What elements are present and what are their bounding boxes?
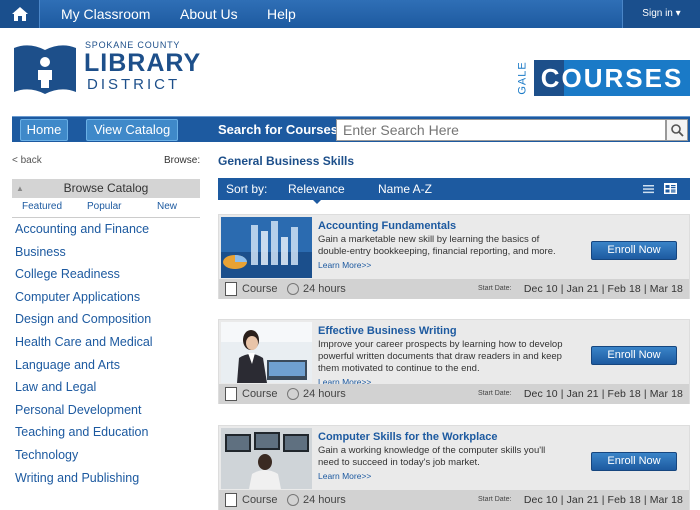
course-description-text: Gain a marketable new skill by learning … [318, 234, 556, 257]
course-hours: 24 hours [303, 388, 346, 400]
course-thumbnail[interactable] [221, 322, 312, 383]
gale-label: GALE [516, 61, 529, 95]
sort-relevance[interactable]: Relevance [288, 178, 345, 200]
logo-line-3: DISTRICT [87, 76, 181, 93]
category-item[interactable]: Accounting and Finance [12, 218, 200, 241]
course-footer: Course 24 hours Start Date: Dec 10 | Jan… [219, 279, 689, 299]
category-item[interactable]: Computer Applications [12, 286, 200, 309]
category-item[interactable]: Language and Arts [12, 354, 200, 377]
category-item[interactable]: Design and Composition [12, 308, 200, 331]
sort-name-az[interactable]: Name A-Z [378, 178, 432, 200]
start-dates[interactable]: Dec 10 | Jan 21 | Feb 18 | Mar 18 [524, 490, 683, 510]
search-button[interactable] [666, 119, 688, 141]
course-description: Gain a marketable new skill by learning … [318, 234, 568, 271]
clock-icon [287, 494, 299, 506]
catalog-bar: Home View Catalog Search for Courses: [12, 116, 690, 142]
search-icon [670, 123, 684, 137]
book-reader-icon [14, 45, 76, 94]
courses-wordmark: COURSES [534, 60, 690, 96]
top-nav-bar: My Classroom About Us Help Sign in ▾ [0, 0, 700, 28]
page-title: General Business Skills [218, 154, 355, 168]
nav-my-classroom[interactable]: My Classroom [61, 0, 150, 28]
view-catalog-button[interactable]: View Catalog [86, 119, 178, 141]
tab-featured[interactable]: Featured [22, 201, 62, 212]
active-sort-indicator [311, 198, 323, 204]
course-footer: Course 24 hours Start Date: Dec 10 | Jan… [219, 490, 689, 510]
category-item[interactable]: Law and Legal [12, 376, 200, 399]
course-description-text: Improve your career prospects by learnin… [318, 339, 563, 374]
sort-bar: Sort by: Relevance Name A-Z [218, 178, 690, 204]
category-list: Accounting and Finance Business College … [12, 217, 200, 489]
tab-popular[interactable]: Popular [87, 201, 121, 212]
home-button[interactable]: Home [20, 119, 68, 141]
course-description: Gain a working knowledge of the computer… [318, 445, 568, 482]
start-dates[interactable]: Dec 10 | Jan 21 | Feb 18 | Mar 18 [524, 279, 683, 299]
category-item[interactable]: Health Care and Medical [12, 331, 200, 354]
browse-catalog-header[interactable]: ▲ Browse Catalog [12, 179, 200, 198]
course-type: Course [242, 494, 278, 506]
start-date-label: Start Date: [478, 285, 512, 292]
course-card: Effective Business Writing Improve your … [218, 319, 690, 404]
start-dates[interactable]: Dec 10 | Jan 21 | Feb 18 | Mar 18 [524, 384, 683, 404]
logo-line-2: LIBRARY [84, 49, 202, 77]
learn-more-link[interactable]: Learn More>> [318, 259, 568, 271]
arrow-up-icon: ▲ [16, 184, 24, 193]
gale-courses-logo[interactable]: GALE COURSES [514, 60, 690, 96]
course-icon [225, 282, 237, 296]
course-footer: Course 24 hours Start Date: Dec 10 | Jan… [219, 384, 689, 404]
enroll-now-button[interactable]: Enroll Now [591, 241, 677, 260]
course-hours: 24 hours [303, 283, 346, 295]
learn-more-link[interactable]: Learn More>> [318, 470, 568, 482]
list-view-icon[interactable] [643, 184, 654, 194]
sign-in-label: Sign in [642, 8, 673, 19]
course-title[interactable]: Effective Business Writing [318, 325, 457, 337]
course-card: Accounting Fundamentals Gain a marketabl… [218, 214, 690, 299]
back-link[interactable]: < back [12, 155, 42, 166]
course-title[interactable]: Computer Skills for the Workplace [318, 431, 498, 443]
home-icon-button[interactable] [0, 0, 40, 28]
course-thumbnail[interactable] [221, 217, 312, 278]
nav-help[interactable]: Help [267, 0, 296, 28]
course-description: Improve your career prospects by learnin… [318, 339, 568, 388]
course-description-text: Gain a working knowledge of the computer… [318, 445, 546, 468]
sign-in-button[interactable]: Sign in ▾ [622, 0, 700, 28]
course-title[interactable]: Accounting Fundamentals [318, 220, 456, 232]
browse-catalog-label: Browse Catalog [63, 181, 149, 195]
sort-label: Sort by: [226, 182, 268, 196]
start-date-label: Start Date: [478, 496, 512, 503]
search-label: Search for Courses: [218, 122, 343, 137]
course-type: Course [242, 388, 278, 400]
category-item[interactable]: Technology [12, 444, 200, 467]
category-item[interactable]: Personal Development [12, 399, 200, 422]
course-hours: 24 hours [303, 494, 346, 506]
home-icon [11, 7, 28, 21]
library-logo[interactable]: SPOKANE COUNTY LIBRARY DISTRICT [12, 40, 200, 98]
course-card: Computer Skills for the Workplace Gain a… [218, 425, 690, 510]
browse-label: Browse: [164, 155, 201, 166]
enroll-now-button[interactable]: Enroll Now [591, 452, 677, 471]
nav-about-us[interactable]: About Us [180, 0, 238, 28]
category-item[interactable]: Business [12, 241, 200, 264]
start-date-label: Start Date: [478, 390, 512, 397]
enroll-now-button[interactable]: Enroll Now [591, 346, 677, 365]
course-type: Course [242, 283, 278, 295]
course-icon [225, 387, 237, 401]
clock-icon [287, 388, 299, 400]
detail-view-icon[interactable] [664, 183, 677, 194]
clock-icon [287, 283, 299, 295]
category-item[interactable]: College Readiness [12, 263, 200, 286]
category-item[interactable]: Writing and Publishing [12, 467, 200, 490]
chevron-down-icon: ▾ [675, 8, 681, 19]
search-input[interactable] [336, 119, 666, 141]
category-item[interactable]: Teaching and Education [12, 421, 200, 444]
course-icon [225, 493, 237, 507]
tab-new[interactable]: New [157, 201, 177, 212]
course-thumbnail[interactable] [221, 428, 312, 489]
